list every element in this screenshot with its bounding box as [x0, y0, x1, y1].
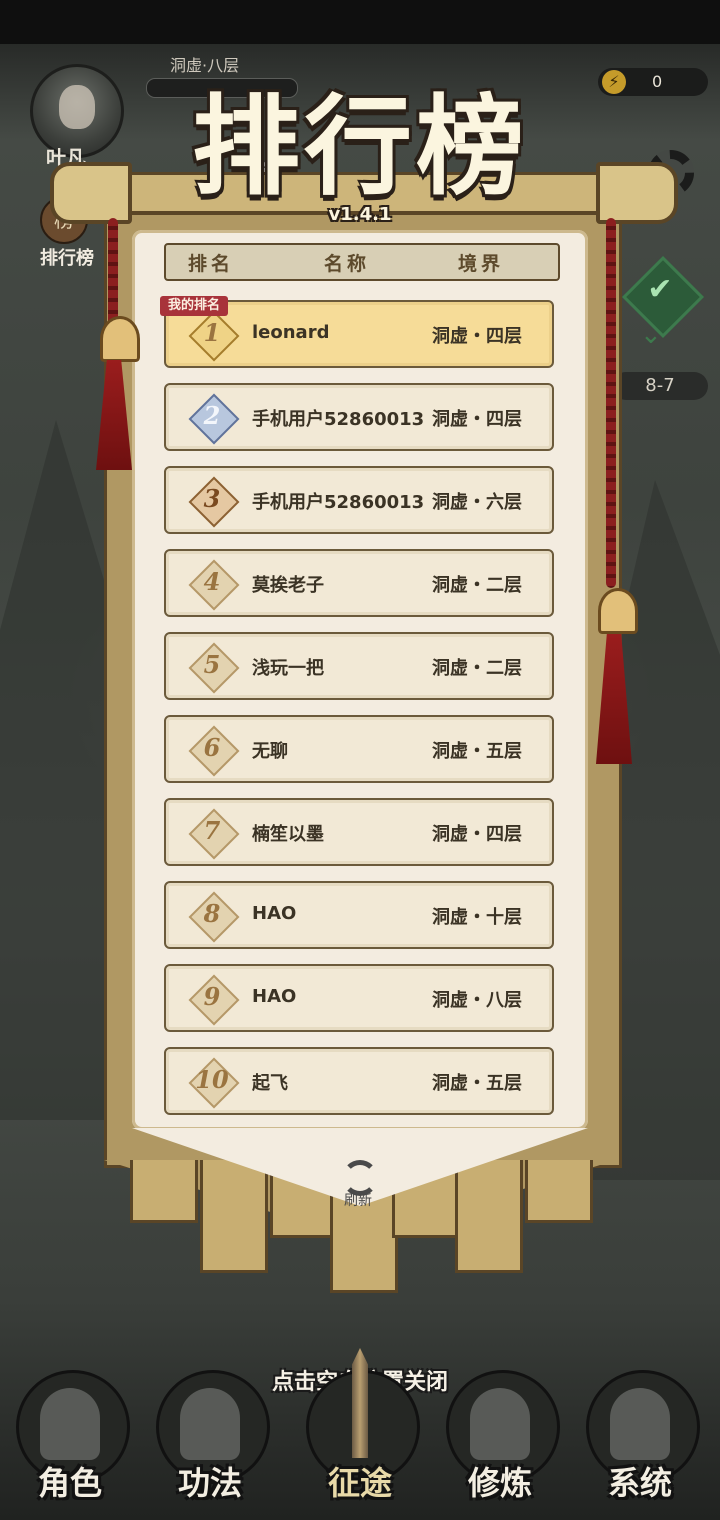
rank-shortcut-label[interactable]: 排行榜 [40, 244, 94, 270]
realm-cell: 洞虚・五层 [432, 1073, 522, 1094]
nav-label: 系统 [607, 1464, 672, 1502]
energy-counter[interactable]: ⚡ 0 [598, 68, 708, 96]
player-name-cell: leonard [252, 322, 330, 343]
nav-item-sword[interactable]: 征途 [300, 1348, 420, 1520]
energy-value: 0 [652, 72, 663, 91]
player-name-cell: 浅玩一把 [252, 658, 324, 679]
chevron-down-icon: ⌄ [640, 320, 662, 350]
bell-icon-left [100, 316, 140, 362]
version-label: v1.4.1 [328, 204, 392, 225]
nav-label: 修炼 [467, 1464, 532, 1502]
rod-end-left [50, 162, 132, 224]
rank-number: 5 [203, 650, 221, 679]
rank-number: 9 [203, 982, 221, 1011]
ranking-row[interactable]: 2 手机用户52860013 洞虚・四层 [164, 383, 554, 451]
rank-number: 8 [203, 899, 221, 928]
rank-number: 2 [203, 401, 221, 430]
board-title: 排行榜 [191, 84, 528, 210]
ranking-row[interactable]: 9 HAO 洞虚・八层 [164, 964, 554, 1032]
realm-cell: 洞虚・六层 [432, 492, 522, 513]
status-bar [0, 0, 720, 44]
tassel-rope-right [606, 218, 616, 588]
column-header-rank: 排名 [188, 253, 235, 275]
table-header: 排名 名称 境界 [164, 243, 560, 281]
tassel-rope-left [108, 218, 118, 328]
rank-badge-icon: 4 [188, 559, 240, 611]
rank-badge-icon: 7 [188, 808, 240, 860]
rank-badge-icon: 3 [188, 476, 240, 528]
player-name-cell: 无聊 [252, 741, 288, 762]
system-icon [610, 1388, 670, 1460]
nav-item-meditation[interactable]: 修炼 [440, 1370, 560, 1520]
ranking-row[interactable]: 5 浅玩一把 洞虚・二层 [164, 632, 554, 700]
rank-badge-icon: 2 [188, 393, 240, 445]
rank-badge-icon: 5 [188, 642, 240, 694]
nav-label: 征途 [327, 1464, 392, 1502]
my-rank-tag: 我的排名 [160, 296, 229, 316]
refresh-label[interactable]: 刷新 [336, 1190, 380, 1210]
bottom-nav: 角色 功法 征途 修炼 系统 [0, 1348, 720, 1520]
realm-cell: 洞虚・四层 [432, 409, 522, 430]
rank-badge-icon: 10 [188, 1057, 240, 1109]
realm-cell: 洞虚・四层 [432, 824, 522, 845]
nav-item-book[interactable]: 功法 [150, 1370, 270, 1520]
sword-icon [352, 1348, 368, 1458]
ranking-row[interactable]: 7 楠笙以墨 洞虚・四层 [164, 798, 554, 866]
rank-badge-icon: 9 [188, 974, 240, 1026]
realm-cell: 洞虚・五层 [432, 741, 522, 762]
book-icon [180, 1388, 240, 1460]
realm-cell: 洞虚・二层 [432, 658, 522, 679]
ranking-row[interactable]: 8 HAO 洞虚・十层 [164, 881, 554, 949]
realm-cell: 洞虚・二层 [432, 575, 522, 596]
player-name-cell: 起飞 [252, 1073, 288, 1094]
player-name-cell: 手机用户52860013 [252, 492, 425, 513]
ranking-row[interactable]: 6 无聊 洞虚・五层 [164, 715, 554, 783]
player-name-cell: HAO [252, 903, 297, 924]
nav-item-system[interactable]: 系统 [580, 1370, 700, 1520]
stage-label-right: 8-7 [612, 372, 708, 400]
realm-cell: 洞虚・八层 [432, 990, 522, 1011]
realm-cell: 洞虚・四层 [432, 326, 522, 347]
player-name-cell: HAO [252, 986, 297, 1007]
lightning-icon: ⚡ [602, 70, 626, 94]
rank-number: 4 [203, 567, 221, 596]
rank-badge-icon: 1 [188, 310, 240, 362]
realm-cell: 洞虚・十层 [432, 907, 522, 928]
rod-end-right [596, 162, 678, 224]
ranking-row[interactable]: 3 手机用户52860013 洞虚・六层 [164, 466, 554, 534]
character-icon [40, 1388, 100, 1460]
nav-item-character[interactable]: 角色 [10, 1370, 130, 1520]
nav-label: 角色 [37, 1464, 102, 1502]
bell-icon-right [598, 588, 638, 634]
ranking-row[interactable]: 4 莫挨老子 洞虚・二层 [164, 549, 554, 617]
column-header-realm: 境界 [458, 253, 505, 275]
player-name-cell: 手机用户52860013 [252, 409, 425, 430]
column-header-name: 名称 [324, 253, 371, 275]
rank-badge-icon: 6 [188, 725, 240, 777]
meditation-icon [470, 1388, 530, 1460]
rank-badge-icon: 8 [188, 891, 240, 943]
check-icon: ✔ [647, 272, 673, 307]
nav-label: 功法 [177, 1464, 242, 1502]
player-name-cell: 楠笙以墨 [252, 824, 324, 845]
rank-number: 3 [203, 484, 221, 513]
player-name-cell: 莫挨老子 [252, 575, 324, 596]
rank-number: 7 [203, 816, 221, 845]
rank-number: 6 [203, 733, 221, 762]
rank-number: 1 [203, 318, 221, 347]
ranking-row[interactable]: 10 起飞 洞虚・五层 [164, 1047, 554, 1115]
rank-number: 10 [195, 1065, 229, 1094]
